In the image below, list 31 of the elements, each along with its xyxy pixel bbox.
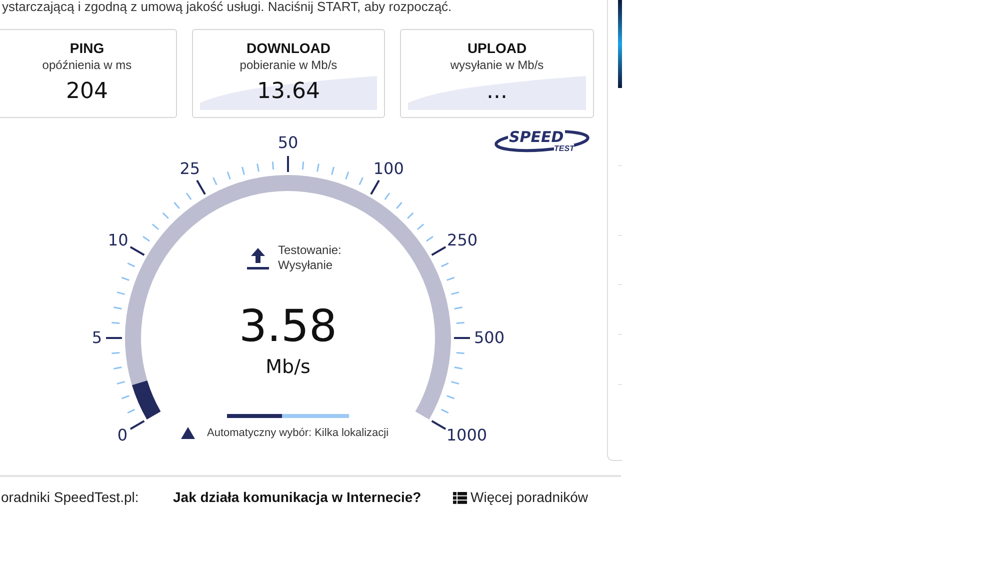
scale-label: 5 (92, 329, 102, 347)
more-guides-link[interactable]: Więcej poradników (452, 487, 588, 508)
scale-label: 50 (278, 134, 298, 152)
status-value: Wysyłanie (278, 258, 334, 273)
metric-title: PING (70, 39, 104, 57)
scale-label: 250 (447, 232, 478, 250)
intro-text: ystarczającą i zgodną z umową jakość usługi. Naciśnij START, aby rozpocząć. (2, 0, 452, 14)
list-icon (452, 492, 466, 504)
scale-label: 0 (117, 426, 128, 444)
metric-unit: opóźnienia w ms (42, 57, 132, 73)
metric-title: UPLOAD (467, 39, 527, 57)
logo-word: TEST (554, 144, 574, 153)
metric-value: 13.64 (257, 78, 320, 106)
guides-label: oradniki SpeedTest.pl: (1, 488, 140, 507)
speed-reading: 3.58 (239, 301, 337, 352)
metric-title: DOWNLOAD (246, 39, 330, 57)
server-triangle-icon (181, 427, 195, 439)
speed-unit: Mb/s (266, 356, 310, 378)
metric-unit: wysyłanie w Mb/s (450, 57, 544, 73)
server-selection[interactable]: Automatyczny wybór: Kilka lokalizacji (207, 426, 389, 440)
metric-value: 204 (66, 78, 108, 106)
metric-value: ... (486, 78, 508, 106)
scale-label: 1000 (446, 426, 488, 444)
scale-label: 500 (474, 329, 505, 347)
guide-link[interactable]: Jak działa komunikacja w Internecie? (173, 487, 422, 508)
scale-label: 100 (373, 160, 404, 178)
status-label: Testowanie: (278, 243, 342, 258)
scale-label: 25 (180, 160, 200, 178)
scale-label: 10 (108, 232, 128, 250)
metric-unit: pobieranie w Mb/s (240, 57, 338, 73)
upload-icon (246, 246, 270, 270)
